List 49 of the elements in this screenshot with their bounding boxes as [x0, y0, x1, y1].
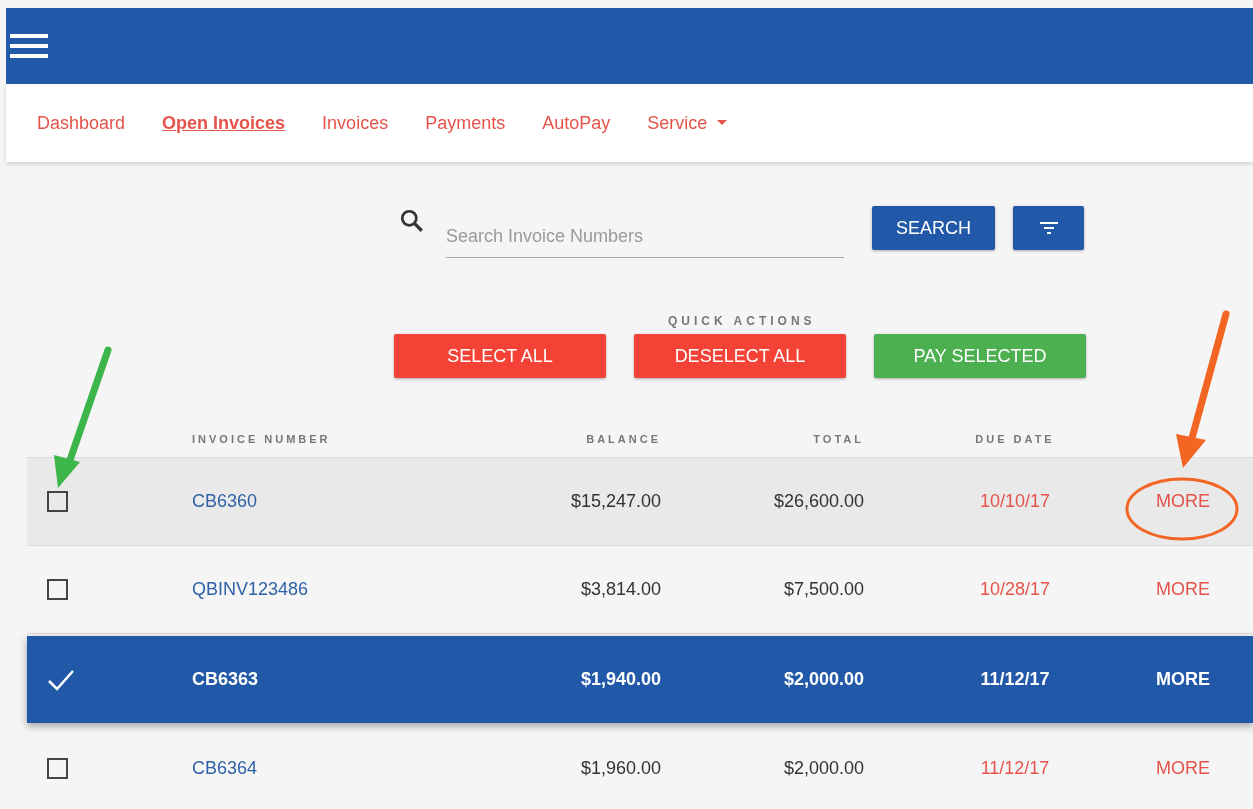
action-button[interactable]: DESELECT ALL — [634, 334, 846, 378]
menu-icon[interactable] — [10, 32, 48, 60]
column-header: BALANCE — [586, 432, 661, 445]
table-cell: $1,960.00 — [580, 758, 661, 779]
action-button[interactable]: PAY SELECTED — [874, 334, 1086, 378]
more-link[interactable]: MORE — [1150, 669, 1253, 690]
more-link[interactable]: MORE — [1150, 491, 1253, 512]
checkbox[interactable] — [47, 579, 68, 600]
nav-tab[interactable]: AutoPay — [542, 112, 611, 134]
table-cell: $15,247.00 — [570, 491, 661, 512]
table-cell: $7,500.00 — [783, 579, 864, 600]
nav-tab[interactable]: Payments — [425, 112, 506, 134]
section-label: QUICK ACTIONS — [668, 314, 817, 328]
invoice-link[interactable]: CB6364 — [192, 758, 492, 779]
search-button[interactable]: SEARCH — [872, 206, 995, 250]
invoice-link[interactable]: QBINV123486 — [192, 579, 492, 600]
checkbox[interactable] — [47, 491, 68, 512]
invoice-link[interactable]: CB6363 — [192, 669, 492, 690]
search-field[interactable]: Search Invoice Numbers — [446, 215, 844, 258]
more-link[interactable]: MORE — [1150, 758, 1253, 779]
due-date: 11/12/17 — [979, 669, 1050, 690]
search-icon — [399, 208, 425, 234]
table-row[interactable]: QBINV123486 $3,814.00 $7,500.00 10/28/17 MORE — [27, 546, 1253, 634]
nav-tab[interactable]: Open Invoices — [162, 112, 286, 134]
check-icon[interactable] — [47, 668, 75, 691]
caret-icon — [717, 120, 728, 126]
more-link[interactable]: MORE — [1150, 579, 1253, 600]
table-row[interactable]: CB6364 $1,960.00 $2,000.00 11/12/17 MORE — [27, 725, 1253, 809]
column-header: TOTAL — [813, 432, 864, 445]
checkbox[interactable] — [47, 758, 68, 779]
column-header: INVOICE NUMBER — [192, 432, 332, 445]
filter-icon — [1039, 222, 1058, 234]
table-cell: $2,000.00 — [783, 758, 864, 779]
nav-tab[interactable]: Service — [647, 112, 728, 134]
filter-button[interactable] — [1013, 206, 1084, 250]
table-cell: $1,940.00 — [580, 669, 661, 690]
nav-tab[interactable]: Invoices — [322, 112, 389, 134]
action-button[interactable]: SELECT ALL — [394, 334, 606, 378]
table-row[interactable]: CB6363 $1,940.00 $2,000.00 11/12/17 MORE — [27, 636, 1253, 723]
table-cell: $26,600.00 — [773, 491, 864, 512]
table-cell: $3,814.00 — [580, 579, 661, 600]
column-header: DUE DATE — [974, 432, 1055, 445]
due-date: 11/12/17 — [979, 758, 1050, 779]
invoice-link[interactable]: CB6360 — [192, 491, 492, 512]
table-row[interactable]: CB6360 $15,247.00 $26,600.00 10/10/17 MORE — [27, 458, 1253, 546]
due-date: 10/28/17 — [978, 579, 1051, 600]
table-cell: $2,000.00 — [783, 669, 864, 690]
nav-tab[interactable]: Dashboard — [37, 112, 126, 134]
due-date: 10/10/17 — [978, 491, 1051, 512]
